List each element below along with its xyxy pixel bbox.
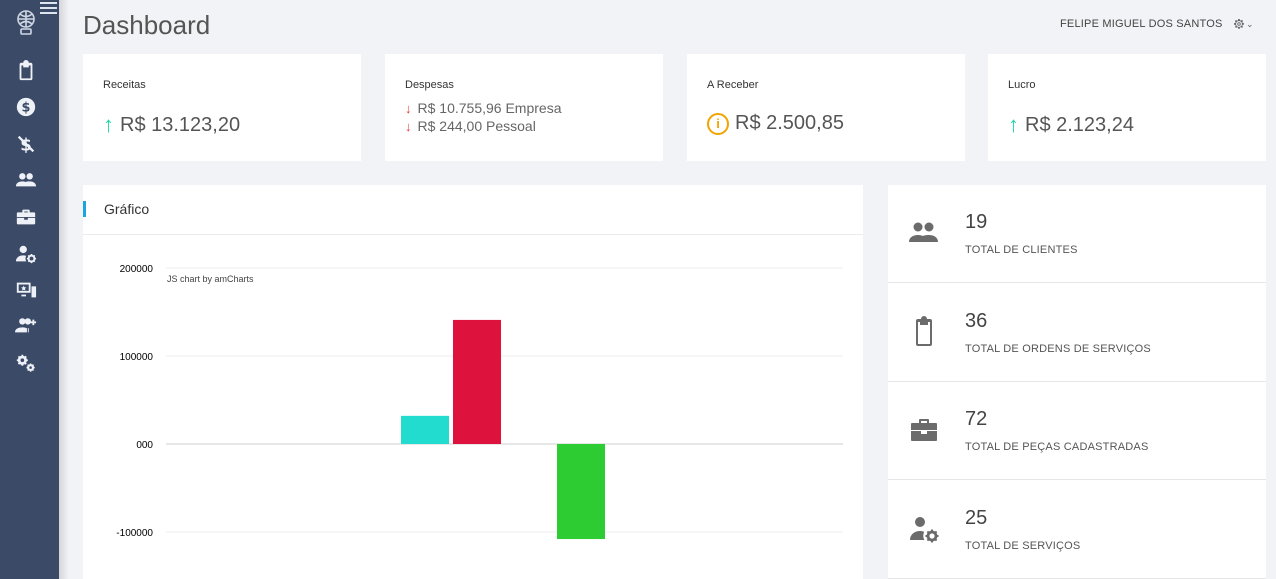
monitor-star-icon[interactable] (13, 277, 39, 303)
stat-label: Lucro (1008, 79, 1036, 91)
chart-credit[interactable]: JS chart by amCharts (167, 274, 254, 284)
toolbox-icon (908, 414, 940, 446)
gears-icon[interactable] (13, 350, 39, 376)
chart-panel-header: Gráfico (83, 185, 863, 235)
despesa-pessoal: ↓ R$ 244,00 Pessoal (405, 118, 536, 134)
user-gear-icon (908, 513, 940, 545)
stat-card-a-receber: A Receber i R$ 2.500,85 (687, 54, 965, 161)
total-number: 72 (965, 408, 988, 430)
stat-value: i R$ 2.500,85 (707, 112, 844, 135)
lucro-value: R$ 2.123,24 (1025, 113, 1134, 136)
page-title: Dashboard (83, 10, 211, 40)
people-icon (908, 217, 940, 249)
user-name[interactable]: FELIPE MIGUEL DOS SANTOS (1060, 18, 1223, 30)
a-receber-value: R$ 2.500,85 (735, 112, 844, 134)
stat-label: Despesas (405, 79, 454, 91)
stat-value: ↑ R$ 13.123,20 (103, 112, 240, 138)
total-number: 25 (965, 506, 988, 529)
chevron-down-icon: ⌄ (1246, 18, 1254, 29)
total-label: TOTAL DE PEÇAS CADASTRADAS (965, 441, 1149, 453)
menu-toggle-icon[interactable] (40, 2, 57, 14)
user-gear-icon[interactable] (13, 241, 39, 267)
total-label: TOTAL DE CLIENTES (965, 244, 1078, 256)
arrow-down-icon: ↓ (405, 119, 412, 134)
chart-bar[interactable] (401, 415, 449, 444)
toolbox-icon[interactable] (13, 204, 39, 230)
arrow-down-icon: ↓ (405, 101, 412, 116)
total-label: TOTAL DE SERVIÇOS (965, 539, 1081, 552)
chart-bar[interactable] (557, 444, 605, 540)
info-icon: i (707, 112, 729, 135)
settings-dropdown[interactable]: ⌄ (1233, 17, 1257, 31)
no-dollar-icon[interactable]: $ (13, 131, 39, 157)
totals-panel: 19 TOTAL DE CLIENTES 36 TOTAL DE ORDENS DE … (888, 185, 1266, 579)
y-tick-label: 000 (136, 440, 153, 451)
chart-panel: Gráfico 200000 100000 000 -100000 JS chart b… (83, 185, 863, 579)
user-plus-icon[interactable] (13, 313, 39, 339)
total-number: 19 (965, 211, 988, 233)
bar-chart: 200000 100000 000 -100000 JS chart by amChar… (116, 264, 843, 540)
total-label: TOTAL DE ORDENS DE SERVIÇOS (965, 342, 1151, 355)
chart-bar[interactable] (453, 319, 501, 444)
total-number: 36 (965, 309, 988, 332)
people-icon[interactable] (13, 167, 39, 193)
header-accent (83, 201, 86, 217)
stat-card-despesas: Despesas ↓ R$ 10.755,96 Empresa ↓ R$ 244,0… (385, 54, 663, 161)
total-row: 36 TOTAL DE ORDENS DE SERVIÇOS (888, 284, 1266, 382)
y-tick-label: -100000 (116, 528, 153, 539)
stat-card-lucro: Lucro ↑ R$ 2.123,24 (988, 54, 1266, 161)
y-tick-label: 100000 (120, 352, 154, 363)
despesa-pessoal-value: R$ 244,00 Pessoal (417, 118, 536, 134)
despesa-empresa-value: R$ 10.755,96 Empresa (417, 100, 562, 116)
dollar-circle-icon[interactable]: $ (13, 94, 39, 120)
total-row: 72 TOTAL DE PEÇAS CADASTRADAS (888, 382, 1266, 480)
stat-card-receitas: Receitas ↑ R$ 13.123,20 (83, 54, 361, 161)
total-row: 19 TOTAL DE CLIENTES (888, 185, 1266, 283)
chart-panel-title: Gráfico (104, 201, 150, 217)
sidebar-shadow (59, 0, 69, 579)
despesa-empresa: ↓ R$ 10.755,96 Empresa (405, 100, 561, 116)
stat-value: ↑ R$ 2.123,24 (1008, 112, 1134, 138)
logo-icon[interactable] (10, 6, 42, 38)
stat-label: Receitas (103, 79, 146, 91)
gear-icon (1234, 19, 1244, 29)
y-tick-label: 200000 (120, 264, 154, 275)
stat-label: A Receber (707, 79, 759, 91)
clipboard-icon[interactable] (13, 58, 39, 84)
svg-text:$: $ (22, 101, 31, 116)
sidebar: $ $ (0, 0, 59, 579)
total-row: 25 TOTAL DE SERVIÇOS (888, 481, 1266, 579)
arrow-up-icon: ↑ (103, 112, 114, 137)
clipboard-icon (908, 315, 940, 348)
receitas-value: R$ 13.123,20 (120, 113, 241, 136)
arrow-up-icon: ↑ (1008, 112, 1019, 137)
